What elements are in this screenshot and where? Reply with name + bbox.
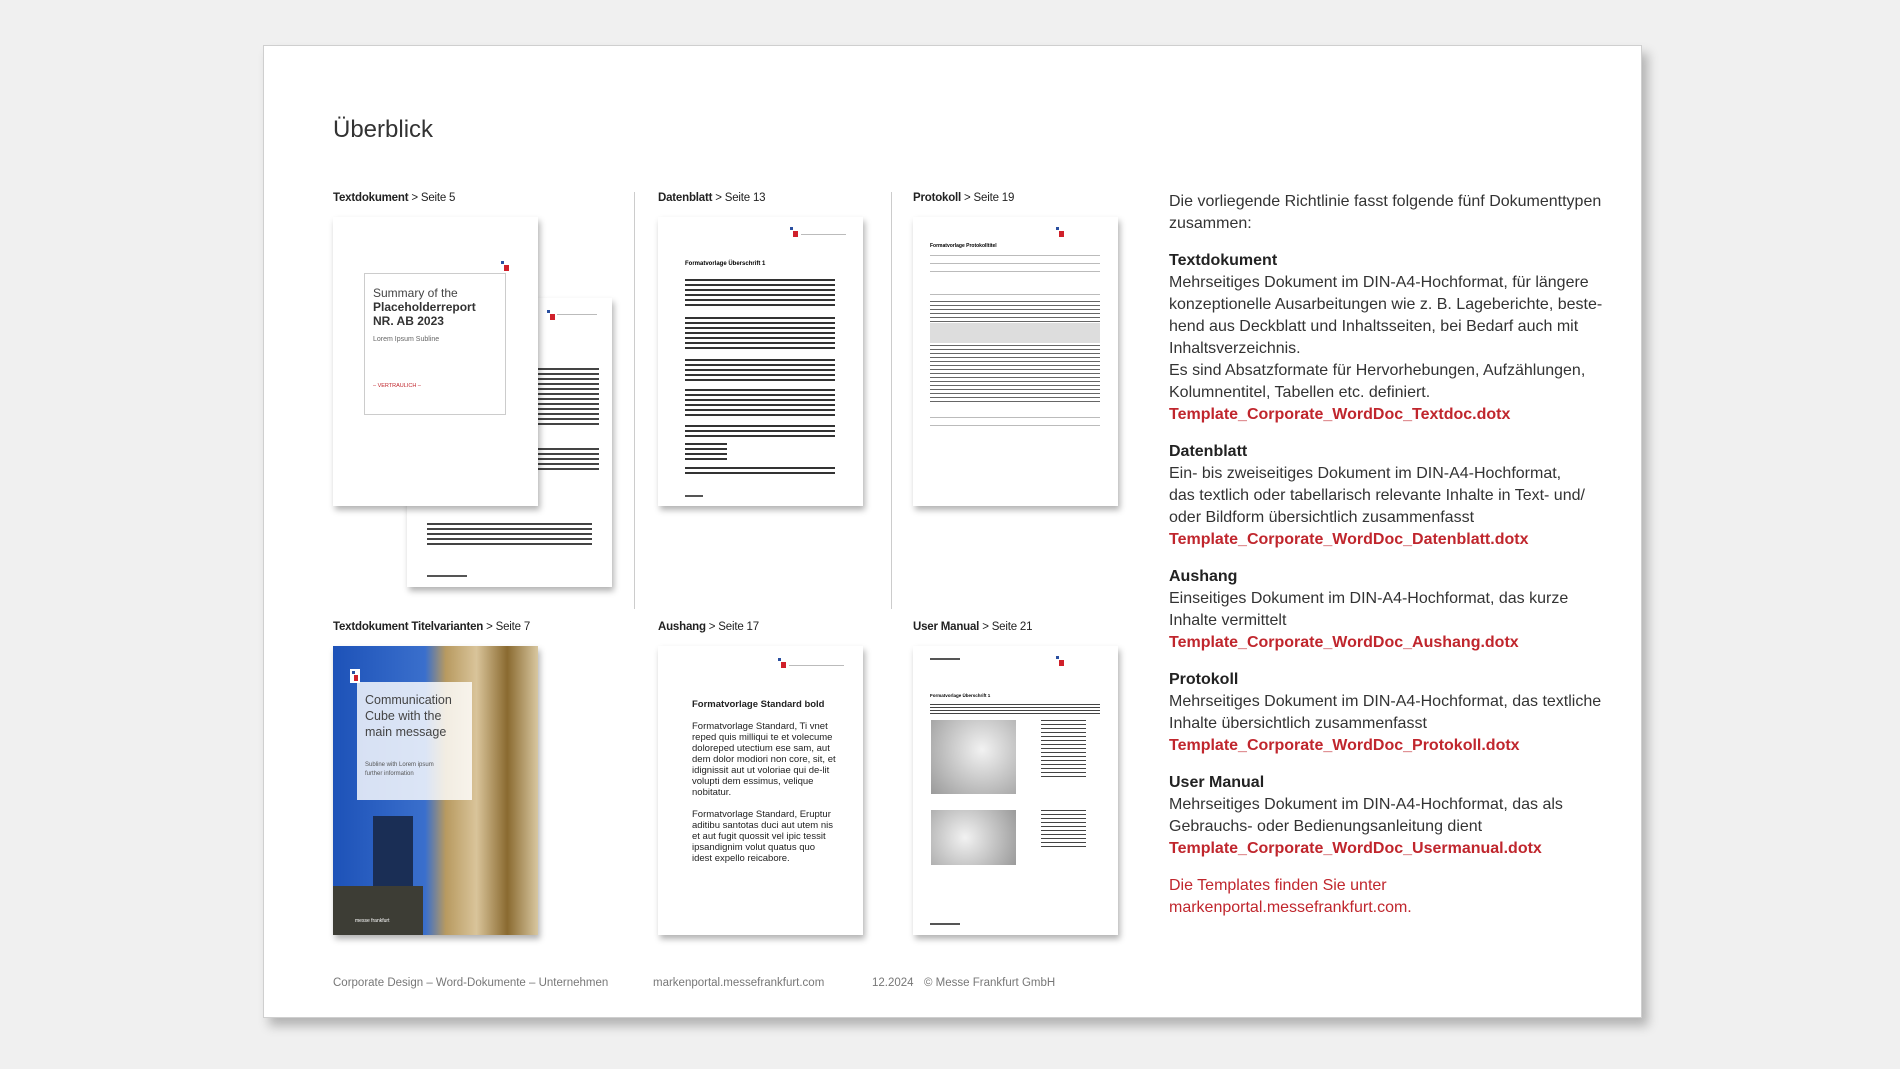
section-datenblatt: Datenblatt Ein- bis zweiseitiges Dokument… — [1169, 441, 1629, 551]
section-text: Mehrseitiges Dokument im DIN-A4-Hochform… — [1169, 274, 1589, 291]
thumb-label-protokoll: Protokoll > Seite 19 — [913, 192, 1015, 204]
section-text: hend aus Deckblatt und Inhaltsseiten, be… — [1169, 318, 1579, 335]
document-page: Überblick Textdokument > Seite 5 Datenbl… — [263, 45, 1642, 1018]
thumbnail-aushang[interactable]: Formatvorlage Standard bold Formatvorlag… — [658, 646, 863, 935]
thumb-heading: Formatvorlage Überschrift 1 — [685, 261, 766, 267]
section-heading: Datenblatt — [1169, 443, 1248, 460]
thumb-heading: Formatvorlage Überschrift 1 — [930, 693, 991, 698]
thumbnail-datenblatt[interactable]: Formatvorlage Überschrift 1 — [658, 217, 863, 506]
section-text: oder Bildform übersichtlich zusammenfass… — [1169, 509, 1475, 526]
thumb-label-titelvarianten: Textdokument Titelvarianten > Seite 7 — [333, 621, 531, 633]
templates-note[interactable]: Die Templates finden Sie unter markenport… — [1169, 875, 1629, 919]
thumb-label-user-manual: User Manual > Seite 21 — [913, 621, 1033, 633]
cover-box: Summary of the Placeholderreport NR. AB … — [364, 273, 506, 415]
logo-icon — [350, 669, 360, 683]
page-title: Überblick — [333, 116, 434, 143]
footer-left: Corporate Design – Word-Dokumente – Unte… — [333, 977, 609, 989]
logo-icon — [1056, 656, 1064, 666]
intro: Die vorliegende Richtlinie fasst folgend… — [1169, 193, 1602, 232]
thumb-label-datenblatt: Datenblatt > Seite 13 — [658, 192, 766, 204]
thumb-paragraph: Formatvorlage Standard, Eruptur aditibu … — [692, 809, 834, 864]
thumb-label-aushang: Aushang > Seite 17 — [658, 621, 759, 633]
section-text: Gebrauchs- oder Bedienungsanleitung dien… — [1169, 818, 1483, 835]
section-text: Einseitiges Dokument im DIN-A4-Hochforma… — [1169, 590, 1569, 607]
template-file-link[interactable]: Template_Corporate_WordDoc_Textdoc.dotx — [1169, 404, 1629, 426]
section-text: Inhaltsverzeichnis. — [1169, 340, 1301, 357]
brand-text: messe frankfurt — [355, 918, 390, 924]
overview-text: Die vorliegende Richtlinie fasst folgend… — [1169, 191, 1629, 919]
template-file-link[interactable]: Template_Corporate_WordDoc_Aushang.dotx — [1169, 632, 1629, 654]
section-text: Es sind Absatzformate für Hervorhebungen… — [1169, 362, 1586, 379]
template-file-link[interactable]: Template_Corporate_WordDoc_Datenblatt.do… — [1169, 529, 1629, 551]
section-text: konzeptionelle Ausarbeitungen wie z. B. … — [1169, 296, 1603, 313]
section-text: Mehrseitiges Dokument im DIN-A4-Hochform… — [1169, 796, 1563, 813]
section-textdokument: Textdokument Mehrseitiges Dokument im DIN… — [1169, 250, 1629, 426]
footer-date: 12.2024 — [872, 977, 914, 989]
thumb-heading: Formatvorlage Standard bold — [692, 699, 825, 710]
template-file-link[interactable]: Template_Corporate_WordDoc_Usermanual.do… — [1169, 838, 1629, 860]
section-heading: Textdokument — [1169, 252, 1278, 269]
thumb-paragraph: Formatvorlage Standard, Ti vnet reped qu… — [692, 721, 836, 798]
section-text: Inhalte übersichtlich zusammenfasst — [1169, 715, 1427, 732]
thumbnail-textdokument[interactable]: Summary of the Placeholderreport NR. AB … — [333, 217, 538, 506]
section-heading: User Manual — [1169, 774, 1265, 791]
column-divider — [891, 192, 892, 609]
thumb-label-textdokument: Textdokument > Seite 5 — [333, 192, 456, 204]
thumbnail-titelvarianten[interactable]: Communication Cube with the main message… — [333, 646, 538, 935]
section-text: Inhalte vermittelt — [1169, 612, 1287, 629]
footer-copyright: © Messe Frankfurt GmbH — [924, 977, 1056, 989]
logo-icon — [778, 658, 786, 668]
thumbnail-user-manual[interactable]: Formatvorlage Überschrift 1 — [913, 646, 1118, 935]
column-divider — [634, 192, 635, 609]
section-heading: Protokoll — [1169, 671, 1239, 688]
section-user-manual: User Manual Mehrseitiges Dokument im DIN-… — [1169, 772, 1629, 860]
section-text: Kolumnentitel, Tabellen etc. definiert. — [1169, 384, 1431, 401]
logo-icon — [501, 261, 509, 271]
section-heading: Aushang — [1169, 568, 1238, 585]
section-text: Ein- bis zweiseitiges Dokument im DIN-A4… — [1169, 465, 1562, 482]
logo-icon — [790, 227, 798, 237]
logo-icon — [1056, 227, 1064, 237]
section-protokoll: Protokoll Mehrseitiges Dokument im DIN-A4… — [1169, 669, 1629, 757]
template-file-link[interactable]: Template_Corporate_WordDoc_Protokoll.dot… — [1169, 735, 1629, 757]
cover-box: Communication Cube with the main message… — [357, 682, 472, 800]
thumbnail-protokoll[interactable]: Formatvorlage Protokolltitel — [913, 217, 1118, 506]
section-text: das textlich oder tabellarisch relevante… — [1169, 487, 1585, 504]
section-text: Mehrseitiges Dokument im DIN-A4-Hochform… — [1169, 693, 1602, 710]
footer-url[interactable]: markenportal.messefrankfurt.com — [653, 977, 824, 989]
section-aushang: Aushang Einseitiges Dokument im DIN-A4-Ho… — [1169, 566, 1629, 654]
logo-icon — [547, 310, 555, 320]
thumb-heading: Formatvorlage Protokolltitel — [930, 243, 997, 249]
